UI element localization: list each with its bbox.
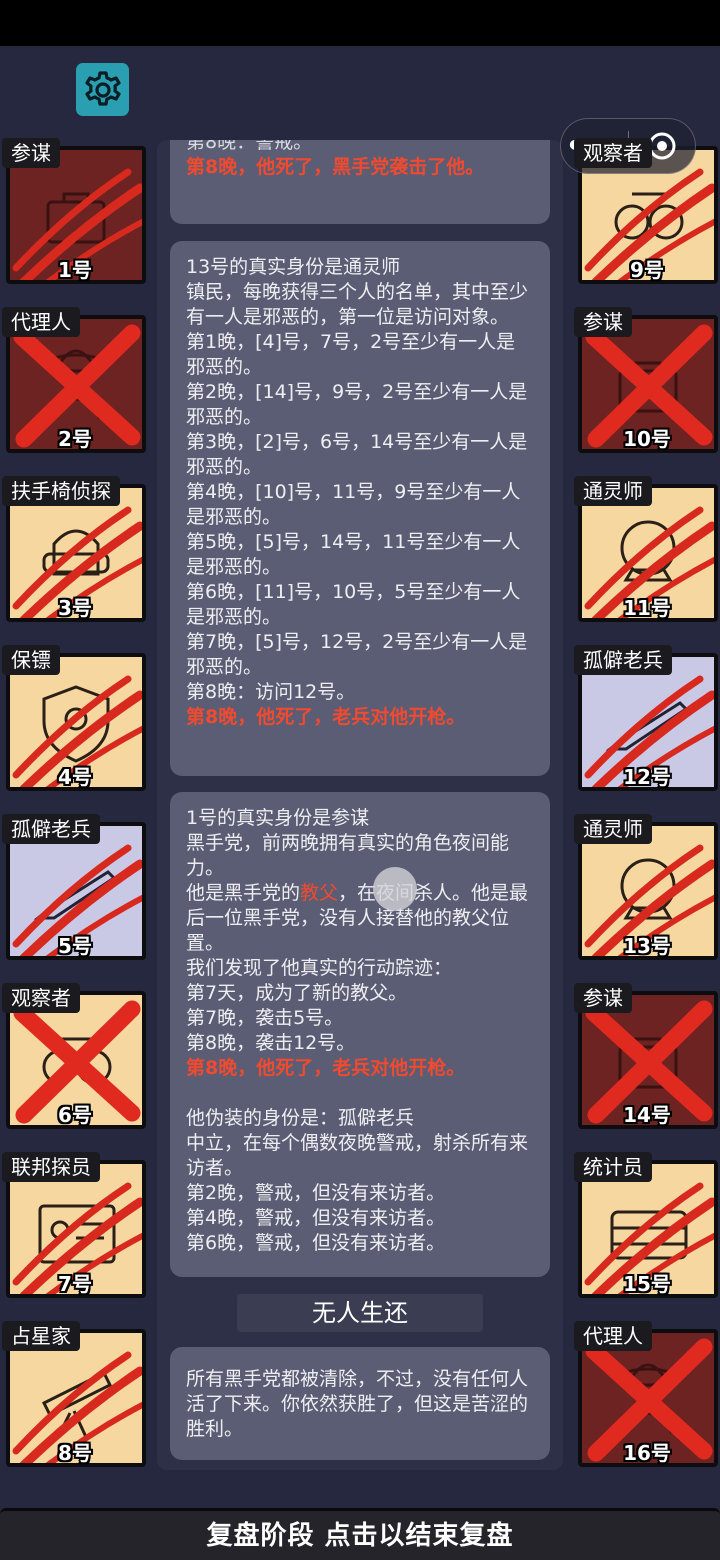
player-number: 9号 — [630, 258, 664, 282]
role-tag: 保镖 — [2, 645, 60, 675]
role-tag: 孤僻老兵 — [574, 645, 672, 675]
godfather-keyword: 教父 — [300, 882, 339, 904]
log-line: 第6晚，[11]号，10号，5号至少有一人是邪恶的。 — [186, 581, 521, 628]
player-card-8号[interactable]: 占星家 8号 — [0, 1321, 146, 1471]
player-card-6号[interactable]: 观察者 6号 — [0, 983, 146, 1133]
player-card-12号[interactable]: 孤僻老兵 12号 — [572, 645, 718, 795]
role-tag: 扶手椅侦探 — [2, 476, 120, 506]
player-card-14号[interactable]: 参谋 14号 — [572, 983, 718, 1133]
godfather-line: 他是黑手党的教父，在夜间杀人。他是最后一位黑手党，没有人接替他的教父位置。 — [186, 882, 529, 954]
role-tag: 通灵师 — [574, 814, 652, 844]
player-number: 15号 — [623, 1272, 671, 1296]
identity-text: 1号的真实身份是参谋 — [186, 807, 370, 829]
result-text: 所有黑手党都被清除，不过，没有任何人活了下来。你依然获胜了，但这是苦涩的胜利。 — [186, 1368, 529, 1440]
log-entry-card: 第8晚：警戒。 第8晚，他死了，黑手党袭击了他。 — [170, 140, 550, 224]
log-line: 第3晚，[2]号，6号，14号至少有一人是邪恶的。 — [186, 431, 528, 478]
trace-intro: 我们发现了他真实的行动踪迹： — [186, 957, 453, 979]
role-tag: 参谋 — [574, 307, 632, 337]
touch-indicator — [373, 867, 417, 911]
player-card-1号[interactable]: 参谋 1号 — [0, 138, 146, 288]
player-number: 5号 — [58, 934, 92, 958]
log-entry-card: 1号的真实身份是参谋 黑手党，前两晚拥有真实的角色夜间能力。 他是黑手党的教父，… — [170, 792, 550, 1277]
player-number: 6号 — [58, 1103, 92, 1127]
disguise-desc: 中立，在每个偶数夜晚警戒，射杀所有来访者。 — [186, 1132, 529, 1179]
disguise-night: 第4晚，警戒，但没有来访者。 — [186, 1207, 446, 1229]
death-text: 第8晚，他死了，黑手党袭击了他。 — [186, 156, 485, 178]
disguise-night: 第6晚，警戒，但没有来访者。 — [186, 1232, 446, 1254]
log-line: 第7晚，[5]号，12号，2号至少有一人是邪恶的。 — [186, 631, 528, 678]
trace-item: 第8晚，袭击12号。 — [186, 1032, 356, 1054]
role-tag: 通灵师 — [574, 476, 652, 506]
death-text: 第8晚，他死了，老兵对他开枪。 — [186, 1057, 466, 1079]
role-tag: 孤僻老兵 — [2, 814, 100, 844]
player-number: 13号 — [623, 934, 671, 958]
trace-item: 第7晚，袭击5号。 — [186, 1007, 344, 1029]
disguise-night: 第2晚，警戒，但没有来访者。 — [186, 1182, 446, 1204]
result-banner: 无人生还 — [237, 1294, 483, 1332]
role-tag: 观察者 — [2, 983, 80, 1013]
player-card-11号[interactable]: 通灵师 11号 — [572, 476, 718, 626]
player-card-16号[interactable]: 代理人 16号 — [572, 1321, 718, 1471]
status-bar — [0, 0, 720, 46]
log-line: 第4晚，[10]号，11号，9号至少有一人是邪恶的。 — [186, 481, 521, 528]
log-entry-card: 13号的真实身份是通灵师镇民，每晚获得三个人的名单，其中至少有一人是邪恶的，第一… — [170, 241, 550, 776]
result-card: 所有黑手党都被清除，不过，没有任何人活了下来。你依然获胜了，但这是苦涩的胜利。 — [170, 1347, 550, 1460]
player-card-7号[interactable]: 联邦探员 7号 — [0, 1152, 146, 1302]
log-line: 第5晚，[5]号，14号，11号至少有一人是邪恶的。 — [186, 531, 521, 578]
player-card-10号[interactable]: 参谋 10号 — [572, 307, 718, 457]
player-number: 4号 — [58, 765, 92, 789]
player-card-15号[interactable]: 统计员 15号 — [572, 1152, 718, 1302]
player-number: 12号 — [623, 765, 671, 789]
role-tag: 联邦探员 — [2, 1152, 100, 1182]
player-number: 7号 — [58, 1272, 92, 1296]
log-line: 第8晚：访问12号。 — [186, 681, 356, 703]
player-card-4号[interactable]: 保镖 4号 — [0, 645, 146, 795]
role-tag: 观察者 — [574, 138, 652, 168]
player-number: 14号 — [623, 1103, 671, 1127]
player-card-2号[interactable]: 代理人 2号 — [0, 307, 146, 457]
settings-button[interactable] — [76, 63, 129, 116]
log-cut-line: 第8晚：警戒。 — [186, 140, 313, 153]
role-tag: 代理人 — [2, 307, 80, 337]
disguise-title: 他伪装的身份是：孤僻老兵 — [186, 1107, 415, 1129]
player-number: 10号 — [623, 427, 671, 451]
gear-icon — [84, 70, 121, 106]
player-number: 16号 — [623, 1441, 671, 1465]
player-card-3号[interactable]: 扶手椅侦探 3号 — [0, 476, 146, 626]
role-tag: 统计员 — [574, 1152, 652, 1182]
player-number: 1号 — [58, 258, 92, 282]
role-tag: 代理人 — [574, 1321, 652, 1351]
player-number: 3号 — [58, 596, 92, 620]
trace-item: 第7天，成为了新的教父。 — [186, 982, 408, 1004]
player-card-13号[interactable]: 通灵师 13号 — [572, 814, 718, 964]
log-line: 第1晚，[4]号，7号，2号至少有一人是邪恶的。 — [186, 331, 516, 378]
log-line: 第2晚，[14]号，9号，2号至少有一人是邪恶的。 — [186, 381, 528, 428]
end-review-button[interactable]: 复盘阶段 点击以结束复盘 — [0, 1508, 720, 1560]
player-card-5号[interactable]: 孤僻老兵 5号 — [0, 814, 146, 964]
player-number: 11号 — [623, 596, 671, 620]
log-line: 镇民，每晚获得三个人的名单，其中至少有一人是邪恶的，第一位是访问对象。 — [186, 281, 529, 328]
role-tag: 占星家 — [2, 1321, 80, 1351]
player-number: 2号 — [58, 427, 92, 451]
death-text: 第8晚，他死了，老兵对他开枪。 — [186, 706, 466, 728]
role-tag: 参谋 — [574, 983, 632, 1013]
log-line: 13号的真实身份是通灵师 — [186, 256, 401, 278]
role-tag: 参谋 — [2, 138, 60, 168]
player-number: 8号 — [58, 1441, 92, 1465]
review-log-panel[interactable]: 第8晚：警戒。 第8晚，他死了，黑手党袭击了他。 13号的真实身份是通灵师镇民，… — [157, 140, 563, 1470]
role-desc: 黑手党，前两晚拥有真实的角色夜间能力。 — [186, 832, 510, 879]
